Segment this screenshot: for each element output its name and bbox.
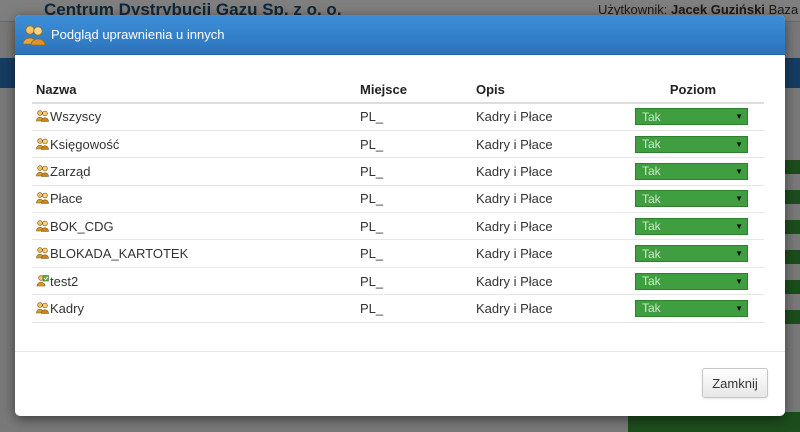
row-description: Kadry i Płace bbox=[472, 294, 622, 323]
table-row[interactable]: Księgowość PL_ Kadry i Płace Tak ▼ bbox=[32, 130, 764, 159]
row-name: Księgowość bbox=[50, 136, 120, 152]
row-name: test2 bbox=[50, 273, 79, 289]
column-header-description[interactable]: Opis bbox=[472, 75, 622, 104]
level-select[interactable]: Tak ▼ bbox=[635, 162, 748, 180]
level-value: Tak bbox=[642, 191, 661, 206]
column-header-name[interactable]: Nazwa bbox=[32, 75, 356, 104]
level-value: Tak bbox=[642, 164, 661, 179]
row-name: Płace bbox=[50, 191, 83, 207]
row-place: PL_ bbox=[356, 212, 472, 241]
row-name: BLOKADA_KARTOTEK bbox=[50, 246, 189, 262]
level-value: Tak bbox=[642, 137, 661, 152]
table-row[interactable]: Płace PL_ Kadry i Płace Tak ▼ bbox=[32, 185, 764, 214]
dropdown-arrow-icon: ▼ bbox=[735, 166, 743, 176]
dropdown-arrow-icon: ▼ bbox=[735, 303, 743, 313]
table-row[interactable]: Zarząd PL_ Kadry i Płace Tak ▼ bbox=[32, 157, 764, 186]
level-select[interactable]: Tak ▼ bbox=[635, 135, 748, 153]
row-name-cell: Kadry bbox=[32, 294, 356, 323]
level-select[interactable]: Tak ▼ bbox=[635, 245, 748, 263]
dropdown-arrow-icon: ▼ bbox=[735, 221, 743, 231]
row-level-cell: Tak ▼ bbox=[622, 130, 764, 159]
row-place: PL_ bbox=[356, 239, 472, 268]
row-name-cell: Zarząd bbox=[32, 157, 356, 186]
level-value: Tak bbox=[642, 109, 661, 124]
row-level-cell: Tak ▼ bbox=[622, 239, 764, 268]
row-name-cell: Księgowość bbox=[32, 130, 356, 159]
dialog-footer: Zamknij bbox=[15, 351, 785, 416]
row-description: Kadry i Płace bbox=[472, 103, 622, 131]
row-level-cell: Tak ▼ bbox=[622, 294, 764, 323]
row-description: Kadry i Płace bbox=[472, 212, 622, 241]
row-description: Kadry i Płace bbox=[472, 130, 622, 159]
level-value: Tak bbox=[642, 219, 661, 234]
permissions-preview-dialog: Podgląd uprawnienia u innych Nazwa Miejs… bbox=[15, 15, 785, 416]
row-level-cell: Tak ▼ bbox=[622, 157, 764, 186]
column-header-place[interactable]: Miejsce bbox=[356, 75, 472, 104]
permissions-table-container: Nazwa Miejsce Opis Poziom Wszyscy PL_ Kadr… bbox=[15, 55, 785, 323]
row-level-cell: Tak ▼ bbox=[622, 185, 764, 214]
row-description: Kadry i Płace bbox=[472, 267, 622, 296]
level-select[interactable]: Tak ▼ bbox=[635, 190, 748, 208]
users-icon bbox=[21, 24, 47, 46]
group-icon bbox=[36, 302, 49, 314]
close-button[interactable]: Zamknij bbox=[702, 368, 768, 398]
row-place: PL_ bbox=[356, 185, 472, 214]
dropdown-arrow-icon: ▼ bbox=[735, 194, 743, 204]
group-icon bbox=[36, 165, 49, 177]
group-icon bbox=[36, 192, 49, 205]
dialog-title: Podgląd uprawnienia u innych bbox=[51, 27, 225, 42]
table-row[interactable]: Kadry PL_ Kadry i Płace Tak ▼ bbox=[32, 294, 764, 323]
row-place: PL_ bbox=[356, 294, 472, 323]
level-select[interactable]: Tak ▼ bbox=[635, 299, 748, 317]
permissions-table: Nazwa Miejsce Opis Poziom Wszyscy PL_ Kadr… bbox=[32, 75, 764, 323]
dropdown-arrow-icon: ▼ bbox=[735, 249, 743, 259]
table-row[interactable]: BLOKADA_KARTOTEK PL_ Kadry i Płace Tak ▼ bbox=[32, 239, 764, 268]
row-name-cell: test2 bbox=[32, 267, 356, 296]
row-place: PL_ bbox=[356, 130, 472, 159]
group-icon bbox=[36, 137, 49, 150]
row-name-cell: Płace bbox=[32, 185, 356, 214]
row-level-cell: Tak ▼ bbox=[622, 212, 764, 241]
row-description: Kadry i Płace bbox=[472, 239, 622, 268]
column-header-level[interactable]: Poziom bbox=[622, 75, 764, 104]
group-icon bbox=[36, 247, 49, 259]
row-name-cell: BLOKADA_KARTOTEK bbox=[32, 239, 356, 268]
table-row[interactable]: BOK_CDG PL_ Kadry i Płace Tak ▼ bbox=[32, 212, 764, 241]
row-name-cell: Wszyscy bbox=[32, 103, 356, 131]
dialog-header: Podgląd uprawnienia u innych bbox=[15, 15, 785, 55]
row-name: Kadry bbox=[50, 300, 84, 316]
level-value: Tak bbox=[642, 246, 661, 261]
level-value: Tak bbox=[642, 301, 661, 316]
level-select[interactable]: Tak ▼ bbox=[635, 217, 748, 235]
dropdown-arrow-icon: ▼ bbox=[735, 276, 743, 286]
row-place: PL_ bbox=[356, 103, 472, 131]
dropdown-arrow-icon: ▼ bbox=[735, 139, 743, 149]
row-name: Zarząd bbox=[50, 163, 91, 179]
row-level-cell: Tak ▼ bbox=[622, 103, 764, 131]
special-group-icon bbox=[36, 274, 49, 287]
row-place: PL_ bbox=[356, 267, 472, 296]
row-description: Kadry i Płace bbox=[472, 185, 622, 214]
row-level-cell: Tak ▼ bbox=[622, 267, 764, 296]
table-row[interactable]: Wszyscy PL_ Kadry i Płace Tak ▼ bbox=[32, 103, 764, 131]
table-header-row: Nazwa Miejsce Opis Poziom bbox=[32, 75, 764, 104]
row-name-cell: BOK_CDG bbox=[32, 212, 356, 241]
group-icon bbox=[36, 110, 49, 123]
row-description: Kadry i Płace bbox=[472, 157, 622, 186]
table-row[interactable]: test2 PL_ Kadry i Płace Tak ▼ bbox=[32, 267, 764, 296]
dropdown-arrow-icon: ▼ bbox=[735, 112, 743, 122]
group-icon bbox=[36, 220, 49, 232]
row-place: PL_ bbox=[356, 157, 472, 186]
row-name: BOK_CDG bbox=[50, 218, 114, 234]
level-select[interactable]: Tak ▼ bbox=[635, 108, 748, 126]
row-name: Wszyscy bbox=[50, 109, 102, 125]
level-value: Tak bbox=[642, 274, 661, 289]
level-select[interactable]: Tak ▼ bbox=[635, 272, 748, 290]
